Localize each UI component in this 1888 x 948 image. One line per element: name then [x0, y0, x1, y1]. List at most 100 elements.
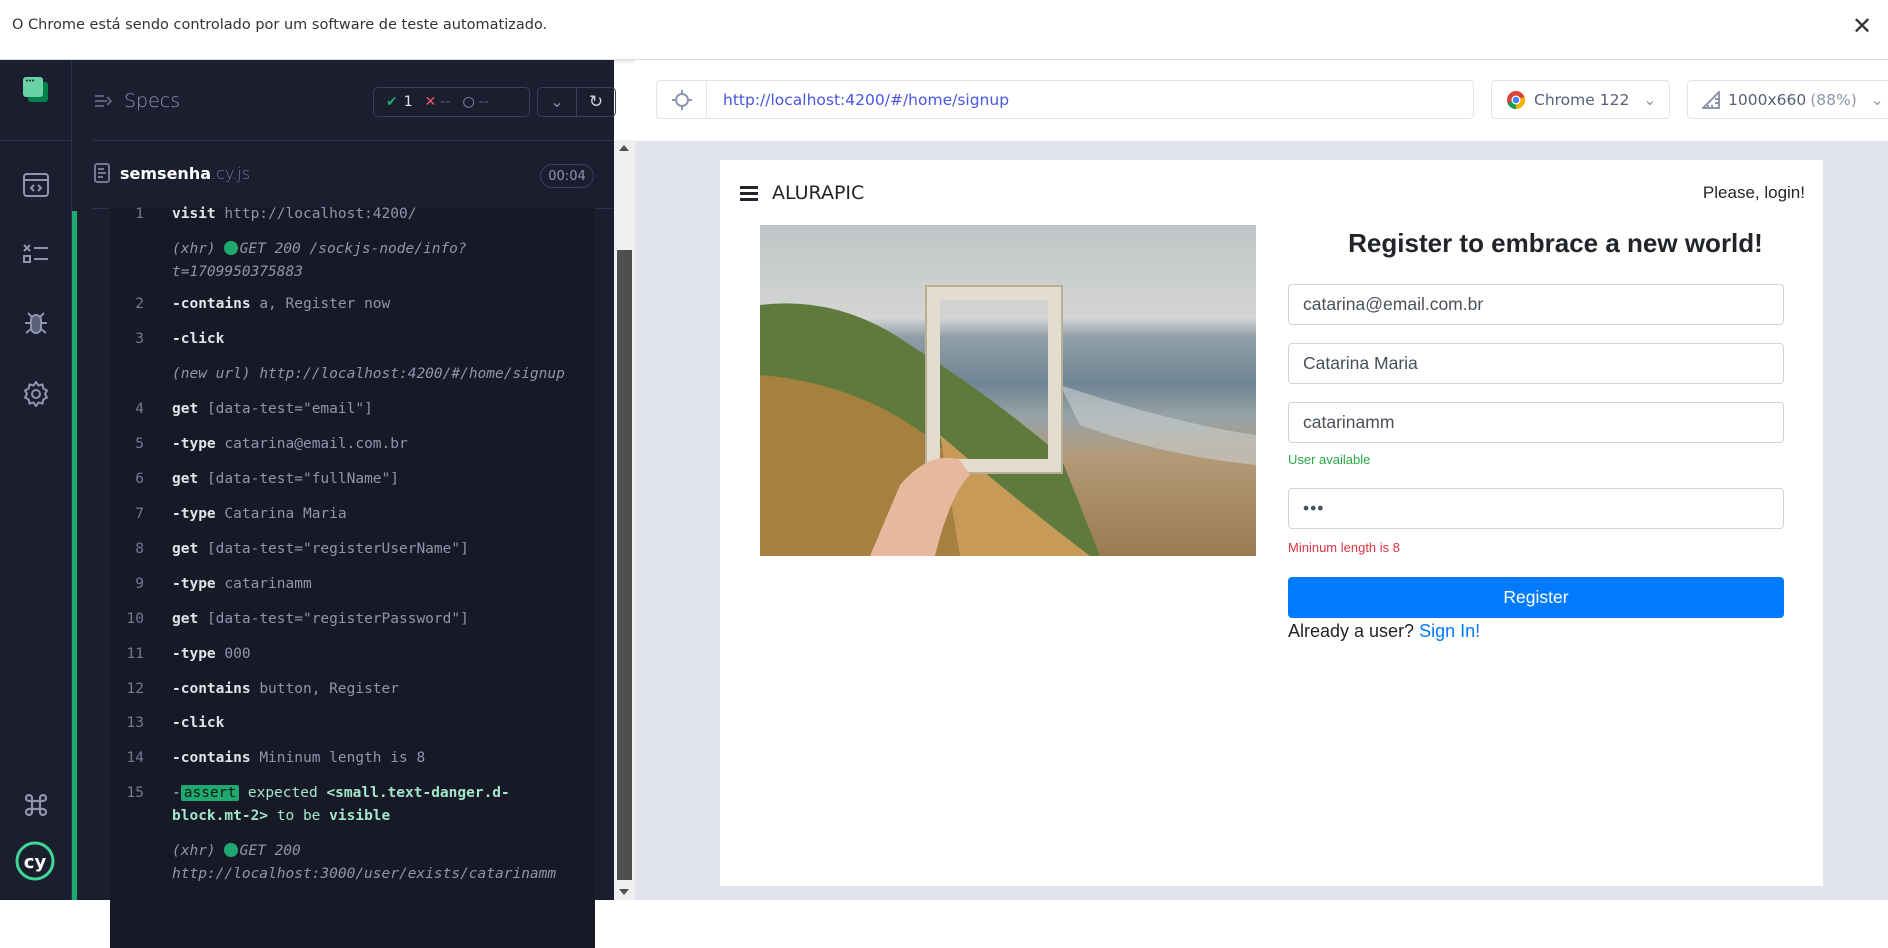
test-passed-indicator	[72, 211, 77, 900]
svg-text:cy: cy	[24, 852, 47, 873]
child-marker: -	[172, 785, 181, 801]
command-name: get	[172, 471, 199, 487]
command-number: 8	[135, 541, 144, 557]
command-body: -type 000	[172, 643, 251, 666]
command-number: 6	[135, 471, 144, 487]
command-message: button, Register	[259, 681, 399, 697]
command-name: click	[180, 331, 225, 347]
chevron-down-icon: ⌄	[1643, 90, 1657, 109]
status-dot-icon	[223, 843, 238, 857]
spec-name: semsenha	[120, 163, 211, 183]
login-prompt[interactable]: Please, login!	[1703, 183, 1805, 203]
command-name: contains	[180, 750, 251, 766]
command-message: http://localhost:4200/#/home/signup	[259, 366, 565, 382]
command-name: get	[172, 611, 199, 627]
command-log-panel: Specs ✔ 1 ✕ -- ○ -- ⌄ ↻ semsenha.cy.js 0…	[72, 60, 616, 948]
command-number: 11	[126, 646, 144, 662]
chevron-down-icon[interactable]: ⌄	[538, 88, 577, 116]
ruler-icon	[1702, 90, 1720, 109]
close-icon[interactable]: ✕	[1852, 12, 1872, 41]
command-number: 2	[135, 296, 144, 312]
cypress-logo-icon[interactable]: cy	[12, 838, 58, 884]
pending-icon: ○	[462, 94, 475, 110]
child-marker: -	[172, 296, 181, 312]
command-body: -contains a, Register now	[172, 293, 390, 316]
viewport-select[interactable]: 1000x660 (88%) ⌄	[1687, 80, 1888, 119]
reload-icon[interactable]: ↻	[577, 88, 615, 116]
hamburger-menu-icon[interactable]	[740, 185, 758, 201]
command-message: a, Register now	[259, 296, 391, 312]
already-user-text: Already a user?	[1288, 621, 1415, 641]
assert-result: visible	[329, 808, 391, 824]
password-field[interactable]: •••	[1288, 488, 1784, 529]
command-message: http://localhost:4200/	[224, 206, 417, 222]
status-dot-icon	[223, 241, 238, 255]
child-marker: -	[172, 436, 181, 452]
app-frame: ALURAPIC Please, login! Register to embr…	[720, 160, 1823, 886]
command-body: get [data-test="registerPassword"]	[172, 608, 469, 631]
command-body: get [data-test="email"]	[172, 398, 373, 421]
command-name: type	[180, 646, 216, 662]
child-marker: -	[172, 506, 181, 522]
command-number: 15	[126, 785, 144, 801]
command-number: 9	[135, 576, 144, 592]
passed-icon: ✔	[386, 94, 398, 110]
settings-icon[interactable]	[18, 376, 54, 412]
scrollbar-thumb[interactable]	[617, 250, 632, 880]
assert-text: to be	[276, 808, 321, 824]
command-number: 1	[135, 206, 144, 222]
command-message: catarinamm	[224, 576, 312, 592]
divider	[0, 140, 72, 141]
scroll-down-arrow[interactable]	[619, 889, 629, 895]
sign-in-link[interactable]: Sign In!	[1419, 621, 1480, 641]
specs-header[interactable]: Specs	[94, 90, 180, 112]
child-marker: -	[172, 750, 181, 766]
cypress-app-icon[interactable]	[18, 72, 54, 108]
command-body: -click	[172, 328, 224, 351]
browser-label: Chrome 122	[1534, 90, 1630, 109]
command-message: Mininum length is 8	[259, 750, 426, 766]
hero-image	[760, 225, 1256, 556]
username-field[interactable]: catarinamm	[1288, 402, 1784, 443]
command-number: 14	[126, 750, 144, 766]
selector-playground-icon[interactable]	[657, 81, 707, 118]
specs-label: Specs	[124, 90, 181, 112]
scroll-up-arrow[interactable]	[619, 145, 629, 151]
run-stats: ✔ 1 ✕ -- ○ --	[373, 87, 530, 117]
command-name: get	[172, 541, 199, 557]
command-number: 10	[126, 611, 144, 627]
debug-icon[interactable]	[18, 307, 54, 343]
chrome-icon	[1507, 90, 1526, 109]
child-marker: -	[172, 681, 181, 697]
brand-name: ALURAPIC	[772, 182, 865, 204]
assert-element-continued: block.mt-2>	[172, 808, 269, 824]
command-name: (new url)	[172, 366, 251, 382]
divider	[92, 140, 614, 141]
command-message: GET 200	[239, 843, 301, 859]
email-field[interactable]: catarina@email.com.br	[1288, 284, 1784, 325]
command-body: get [data-test="fullName"]	[172, 468, 399, 491]
command-name: (xhr)	[172, 843, 216, 859]
command-body: -type catarinamm	[172, 573, 312, 596]
full-name-field[interactable]: Catarina Maria	[1288, 343, 1784, 384]
command-body: (new url) http://localhost:4200/#/home/s…	[172, 363, 565, 386]
specs-icon[interactable]	[18, 167, 54, 203]
navbar-brand[interactable]: ALURAPIC	[740, 182, 864, 204]
spec-extension: .cy.js	[211, 163, 250, 183]
spec-file-title: semsenha.cy.js	[94, 163, 250, 183]
command-name: get	[172, 401, 199, 417]
failed-icon: ✕	[424, 94, 437, 110]
command-message-continued: t=1709950375883	[172, 264, 303, 280]
keyboard-shortcuts-icon[interactable]	[18, 787, 54, 823]
url-bar[interactable]: http://localhost:4200/#/home/signup	[656, 80, 1474, 119]
automation-banner: O Chrome está sendo controlado por um so…	[0, 0, 1888, 60]
url-text: http://localhost:4200/#/home/signup	[723, 90, 1010, 109]
viewport-size: 1000x660	[1728, 90, 1807, 109]
command-body: get [data-test="registerUserName"]	[172, 538, 469, 561]
runs-icon[interactable]	[18, 236, 54, 272]
register-button[interactable]: Register	[1288, 577, 1784, 618]
command-message: 000	[224, 646, 251, 662]
aut-toolbar: http://localhost:4200/#/home/signup Chro…	[635, 60, 1888, 141]
command-name: type	[180, 576, 216, 592]
browser-select[interactable]: Chrome 122 ⌄	[1491, 80, 1670, 119]
